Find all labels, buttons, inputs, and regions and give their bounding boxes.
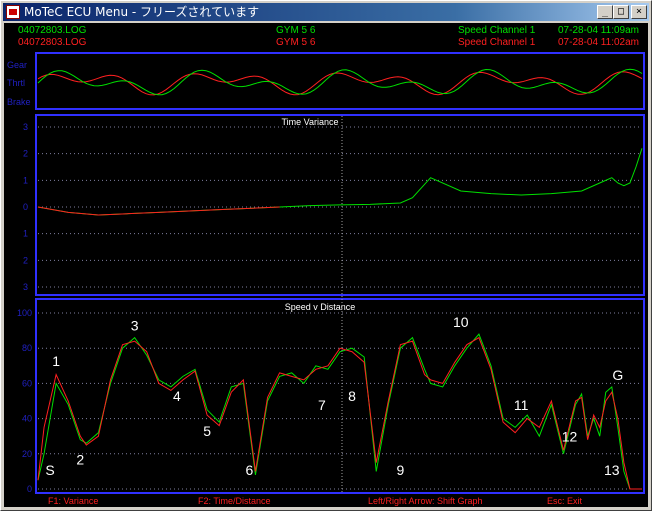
speed-tick-label: 60 xyxy=(22,378,32,388)
corner-label: G xyxy=(612,367,623,383)
footer-arrows: Left/Right Arrow: Shift Graph xyxy=(368,496,483,506)
minimize-button[interactable]: _ xyxy=(597,5,613,19)
client-area: 04072803.LOG GYM 5 6 Speed Channel 1 07-… xyxy=(4,23,648,507)
window-title: MoTeC ECU Menu - フリーズされています xyxy=(24,5,260,19)
corner-label: 3 xyxy=(131,318,139,334)
variance-tick-label: 3 xyxy=(23,122,28,132)
speed-title: Speed v Distance xyxy=(285,302,356,312)
strip-label-thrtl: Thrtl xyxy=(7,78,25,88)
speed-tick-label: 0 xyxy=(27,484,32,494)
corner-label: 5 xyxy=(203,423,211,439)
speed-tick-label: 20 xyxy=(22,449,32,459)
title-bar[interactable]: MoTeC ECU Menu - フリーズされています _ □ × xyxy=(3,3,649,21)
variance-ticks: 3 2 1 0 1 2 3 xyxy=(23,122,28,292)
corner-label: S xyxy=(45,462,54,478)
variance-title: Time Variance xyxy=(281,117,338,127)
footer-f2: F2: Time/Distance xyxy=(198,496,271,506)
corner-label: 1 xyxy=(52,353,60,369)
corner-label: 6 xyxy=(246,462,254,478)
corner-label: 13 xyxy=(604,462,620,478)
variance-tick-label: 2 xyxy=(23,255,28,265)
speed-tick-label: 100 xyxy=(17,308,32,318)
corner-label: 10 xyxy=(453,314,469,330)
corner-label: 4 xyxy=(173,388,181,404)
close-button[interactable]: × xyxy=(631,5,647,19)
corner-label: 7 xyxy=(318,397,326,413)
speed-panel xyxy=(35,298,645,494)
strip-label-gear: Gear xyxy=(7,60,27,70)
corner-label: 9 xyxy=(397,462,405,478)
corner-label: 11 xyxy=(514,397,529,413)
variance-tick-label: 1 xyxy=(23,175,28,185)
speed-tick-label: 80 xyxy=(22,343,32,353)
variance-tick-label: 2 xyxy=(23,149,28,159)
variance-tick-label: 3 xyxy=(23,282,28,292)
maximize-button[interactable]: □ xyxy=(613,5,629,19)
footer-esc: Esc: Exit xyxy=(547,496,583,506)
footer-f1: F1: Variance xyxy=(48,496,98,506)
speed-tick-label: 40 xyxy=(22,414,32,424)
corner-label: 12 xyxy=(562,428,578,444)
speed-ticks: 100 80 60 40 20 0 xyxy=(17,308,32,494)
strip-label-brake: Brake xyxy=(7,97,31,107)
graphs-canvas[interactable]: Gear Thrtl Brake 3210123 Time Variance 1… xyxy=(4,23,648,507)
motec-icon[interactable] xyxy=(6,5,20,19)
corner-label: 2 xyxy=(76,451,84,467)
main-window: MoTeC ECU Menu - フリーズされています _ □ × 040728… xyxy=(0,0,652,511)
corner-label: 8 xyxy=(348,388,356,404)
variance-tick-label: 1 xyxy=(23,229,28,239)
variance-tick-label: 0 xyxy=(23,202,28,212)
